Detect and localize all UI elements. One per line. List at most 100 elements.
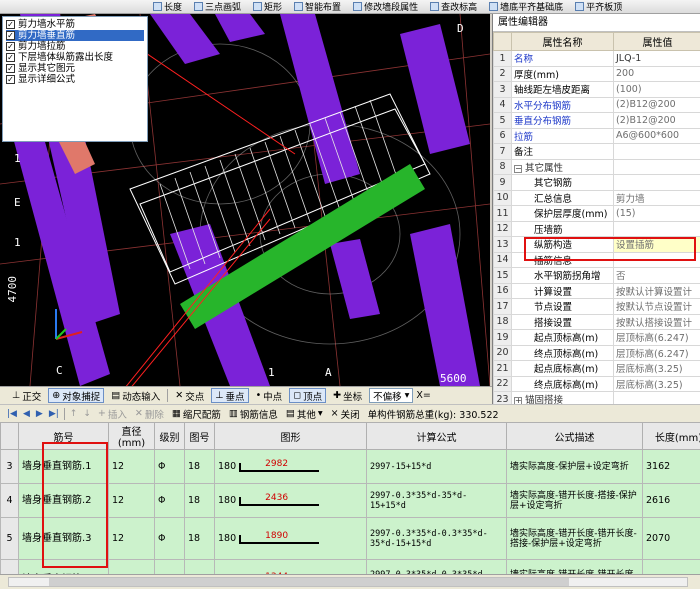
toolbar-edit-wall-props-button[interactable]: 修改墙段属性 (350, 0, 421, 13)
option-show-other-elements[interactable]: ✓ 显示其它图元 (6, 63, 144, 74)
vertex-snap-button[interactable]: ◻ 顶点 (289, 388, 327, 403)
scrollbar-thumb[interactable] (49, 578, 569, 586)
property-row[interactable]: 5 垂直分布钢筋 (2)B12@200 (493, 112, 700, 129)
property-value[interactable]: 层底标高(3.25) (613, 375, 700, 392)
rebar-formula[interactable]: 2997-15+15*d (366, 449, 507, 484)
property-value[interactable]: 按默认计算设置计 (613, 282, 700, 299)
property-row[interactable]: 4 水平分布钢筋 (2)B12@200 (493, 96, 700, 113)
checkbox-icon[interactable]: ✓ (6, 42, 15, 51)
property-row[interactable]: 19 起点顶标高(m) 层顶标高(6.247) (493, 329, 700, 346)
rebar-diameter[interactable]: 12 (108, 559, 155, 574)
dynamic-input-button[interactable]: ▤ 动态输入 (107, 388, 164, 403)
other-button[interactable]: ▤ 其他 ▾ (284, 407, 325, 421)
intersection-snap-button[interactable]: ✕ 交点 (171, 388, 208, 403)
rebar-info-button[interactable]: ▥ 钢筋信息 (227, 407, 280, 421)
property-value[interactable]: 层顶标高(6.247) (613, 329, 700, 346)
property-value[interactable]: (100) (613, 81, 700, 98)
3d-viewport[interactable]: D 1 E 1 C A 1 4700 5600 ✓ 剪力墙水平筋 ✓ 剪力墙垂直筋 … (0, 14, 490, 386)
property-value[interactable] (613, 174, 700, 191)
property-row[interactable]: 11 保护层厚度(mm) (15) (493, 205, 700, 222)
last-record-icon[interactable]: ▶| (48, 409, 60, 419)
rebar-figure-number[interactable]: 18 (184, 449, 215, 484)
property-row[interactable]: 8− 其它属性 (493, 158, 700, 175)
property-value[interactable] (613, 158, 700, 175)
property-value[interactable] (613, 251, 700, 268)
rebar-formula[interactable]: 2997-0.3*35*d-35*d-15+15*d (366, 483, 507, 518)
property-row[interactable]: 17 节点设置 按默认节点设置计 (493, 298, 700, 315)
property-value[interactable]: 层底标高(3.25) (613, 360, 700, 377)
property-row[interactable]: 22 终点底标高(m) 层底标高(3.25) (493, 375, 700, 392)
rebar-name[interactable]: 墙身垂直钢筋.1 (18, 449, 109, 484)
rebar-formula[interactable]: 2997-0.3*35*d-0.3*35*d-35*d-15+15*d (366, 517, 507, 560)
rebar-length[interactable]: 3162 (642, 449, 700, 484)
first-record-icon[interactable]: |◀ (6, 409, 18, 419)
rebar-row[interactable]: 3 墙身垂直钢筋.1 12 Φ 18 180 2982 2997-15+15*d 墙实际高度-保… (0, 449, 700, 484)
property-row[interactable]: 16 计算设置 按默认计算设置计 (493, 282, 700, 299)
toolbar-three-point-arc-button[interactable]: 三点画弧 (191, 0, 244, 13)
property-row[interactable]: 18 搭接设置 按默认搭接设置计 (493, 313, 700, 330)
rebar-formula[interactable]: 2997-0.3*35*d-0.3*35*d-0.3*35*d-15+15 (366, 559, 507, 574)
property-row[interactable]: 7 备注 (493, 143, 700, 160)
rebar-figure-number[interactable]: 18 (184, 483, 215, 518)
rebar-shape[interactable]: 180 2982 (214, 449, 367, 484)
horizontal-scrollbar[interactable] (8, 577, 688, 587)
perpendicular-snap-button[interactable]: ⊥ 垂点 (211, 388, 249, 403)
property-row[interactable]: 20 终点顶标高(m) 层顶标高(6.247) (493, 344, 700, 361)
midpoint-snap-button[interactable]: • 中点 (252, 388, 287, 403)
rebar-name[interactable]: 墙身垂直钢筋 (18, 559, 109, 574)
checkbox-icon[interactable]: ✓ (6, 53, 15, 62)
property-row[interactable]: 6 拉筋 A6@600*600 (493, 127, 700, 144)
property-row[interactable]: 13 纵筋构造 设置插筋 (493, 236, 700, 253)
toolbar-wall-bottom-align-button[interactable]: 墙底平齐基础底 (486, 0, 566, 13)
rebar-figure-number[interactable]: 18 (184, 517, 215, 560)
property-value[interactable]: (15) (613, 205, 700, 222)
property-value[interactable]: 按默认搭接设置计 (613, 313, 700, 330)
toolbar-align-slab-top-button[interactable]: 平齐板顶 (572, 0, 625, 13)
property-value[interactable]: JLQ-1 (613, 50, 700, 67)
option-lower-wall-exposed[interactable]: ✓ 下层墙体纵筋露出长度 (6, 52, 144, 63)
collapse-icon[interactable]: − (514, 164, 522, 173)
property-row[interactable]: 14 插筋信息 (493, 251, 700, 268)
scale-rebar-button[interactable]: ▦ 缩尺配筋 (170, 407, 223, 421)
property-row[interactable]: 15 水平钢筋拐角增否 (493, 267, 700, 284)
rebar-row[interactable]: 4 墙身垂直钢筋.2 12 Φ 18 180 2436 2997-0.3*35*d-35*d-… (0, 483, 700, 518)
rebar-diameter[interactable]: 12 (108, 449, 155, 484)
next-record-icon[interactable]: ▶ (35, 409, 44, 419)
property-row[interactable]: 9 其它钢筋 (493, 174, 700, 191)
rebar-row[interactable]: 6墙身垂直钢筋12Φ1818013442997-0.3*35*d-0.3*35*… (0, 559, 700, 574)
rebar-name[interactable]: 墙身垂直钢筋.2 (18, 483, 109, 518)
option-tie-rebar[interactable]: ✓ 剪力墙拉筋 (6, 41, 144, 52)
property-value[interactable] (613, 143, 700, 160)
toolbar-length-button[interactable]: 长度 (150, 0, 185, 13)
property-row[interactable]: 10 汇总信息 剪力墙 (493, 189, 700, 206)
rebar-grade[interactable]: Φ (154, 449, 185, 484)
option-horizontal-rebar[interactable]: ✓ 剪力墙水平筋 (6, 19, 144, 30)
ortho-button[interactable]: ⊥ 正交 (8, 388, 45, 403)
property-value[interactable]: A6@600*600 (613, 127, 700, 144)
option-vertical-rebar[interactable]: ✓ 剪力墙垂直筋 (6, 30, 144, 41)
checkbox-icon[interactable]: ✓ (6, 31, 15, 40)
rebar-diameter[interactable]: 12 (108, 517, 155, 560)
move-up-icon[interactable]: ↑ (69, 409, 79, 419)
rebar-description[interactable]: 墙实际高度-错开长度-错开长度-错开长度 (506, 559, 643, 574)
property-value[interactable]: 剪力墙 (613, 189, 700, 206)
previous-record-icon[interactable]: ◀ (22, 409, 31, 419)
property-value[interactable]: 层顶标高(6.247) (613, 344, 700, 361)
rebar-figure-number[interactable]: 18 (184, 559, 215, 574)
toolbar-rectangle-button[interactable]: 矩形 (250, 0, 285, 13)
rebar-diameter[interactable]: 12 (108, 483, 155, 518)
rebar-length[interactable]: 2616 (642, 483, 700, 518)
rebar-name[interactable]: 墙身垂直钢筋.3 (18, 517, 109, 560)
object-snap-button[interactable]: ⊕ 对象捕捉 (48, 388, 105, 403)
property-value[interactable]: 否 (613, 267, 700, 284)
property-value[interactable]: (2)B12@200 (613, 112, 700, 129)
rebar-grade[interactable]: Φ (154, 517, 185, 560)
property-value[interactable] (613, 220, 700, 237)
property-value[interactable]: 设置插筋 (613, 236, 700, 253)
rebar-shape[interactable]: 180 2436 (214, 483, 367, 518)
property-value[interactable]: 按默认节点设置计 (613, 298, 700, 315)
offset-select[interactable]: 不偏移 ▾ (369, 388, 414, 403)
rebar-shape[interactable]: 180 1890 (214, 517, 367, 560)
rebar-shape[interactable]: 1801344 (214, 559, 367, 574)
rebar-grade[interactable]: Φ (154, 483, 185, 518)
